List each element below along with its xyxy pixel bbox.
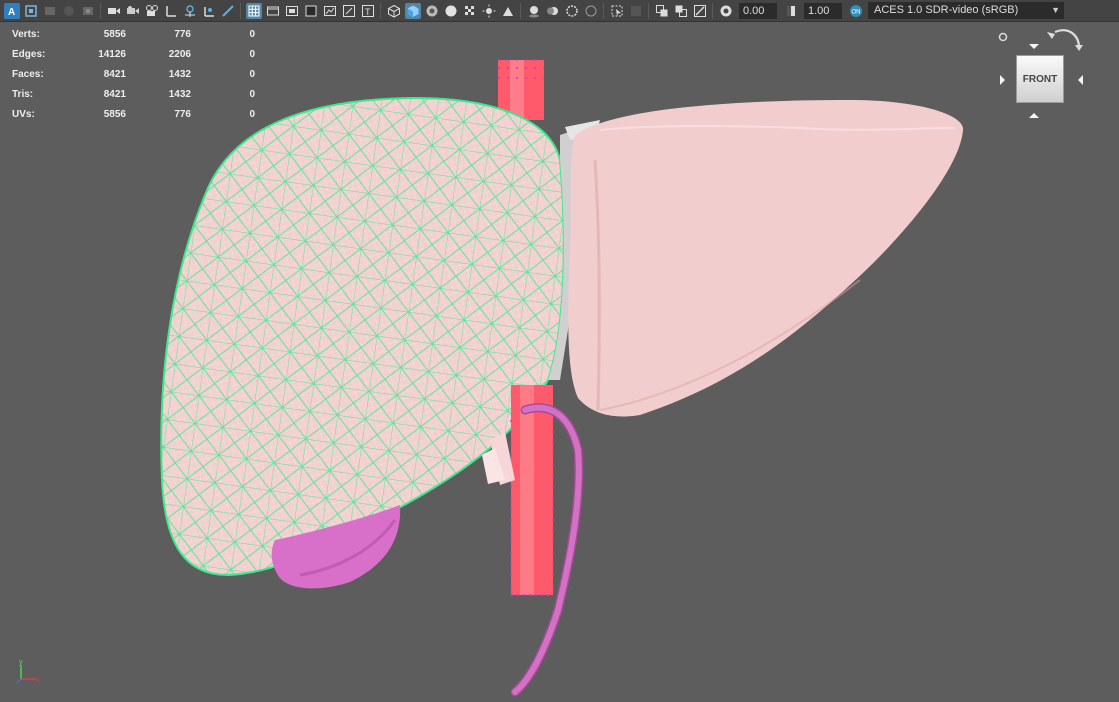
poly-count-hud: Verts: 5856 776 0 Edges: 14126 2206 0 Faces: 8421…: [12, 24, 255, 124]
home-icon: [998, 32, 1008, 42]
textured-icon[interactable]: [424, 3, 440, 19]
safe-title-icon[interactable]: T: [360, 3, 376, 19]
default-material-icon[interactable]: [443, 3, 459, 19]
stat-label: Verts:: [12, 28, 40, 40]
stat-row: Edges: 14126 2206 0: [12, 44, 255, 64]
xray-icon[interactable]: [654, 3, 670, 19]
separator: [712, 2, 713, 19]
hud-icon[interactable]: [628, 3, 644, 19]
ambient-occlusion-icon[interactable]: [526, 3, 542, 19]
stat-value: 8421: [103, 68, 126, 80]
stat-value: 1432: [168, 88, 191, 100]
stat-value: 1432: [168, 68, 191, 80]
shadows-icon[interactable]: [500, 3, 516, 19]
isolate-select-icon[interactable]: [609, 3, 625, 19]
stat-value: 14126: [98, 48, 126, 60]
grid-icon[interactable]: [245, 2, 262, 19]
stat-label: UVs:: [12, 108, 35, 120]
arrow-right-icon: [1078, 75, 1083, 85]
rotate-icon: [1054, 29, 1081, 46]
stat-value: 0: [249, 48, 255, 60]
separator: [603, 2, 604, 19]
stat-value: 8421: [103, 88, 126, 100]
separator: [100, 2, 101, 19]
viewcube-front-face[interactable]: FRONT: [1016, 55, 1064, 103]
arrow-down-icon: [1029, 113, 1039, 118]
color-space-label: ACES 1.0 SDR-video (sRGB): [874, 4, 1019, 16]
vena-cava-lower[interactable]: [510, 385, 554, 596]
stat-label: Edges:: [12, 48, 46, 60]
camera-icon[interactable]: [106, 3, 122, 19]
viewport-toolbar: A T 0.00 1.00 ON ACES 1.0 SDR-video (sRG…: [0, 0, 1119, 22]
axis-gizmo: y x: [16, 659, 40, 684]
paint-icon[interactable]: [220, 3, 236, 19]
wireframe-icon[interactable]: [386, 3, 402, 19]
select-mode-icon[interactable]: A: [3, 2, 20, 19]
svg-text:ON: ON: [851, 9, 860, 15]
svg-text:T: T: [365, 7, 371, 17]
color-space-dropdown[interactable]: ACES 1.0 SDR-video (sRGB) ▼: [868, 2, 1064, 19]
arrow-left-icon: [1000, 75, 1005, 85]
stat-label: Tris:: [12, 88, 34, 100]
all-lights-icon[interactable]: [481, 3, 497, 19]
safe-action-icon[interactable]: [341, 3, 357, 19]
film-camera-icon[interactable]: [144, 3, 160, 19]
soft-select-icon[interactable]: [201, 3, 217, 19]
stat-row: Faces: 8421 1432 0: [12, 64, 255, 84]
backface-icon[interactable]: [692, 3, 708, 19]
axis-y-label: y: [19, 659, 23, 666]
separator: [380, 2, 381, 19]
resolution-gate-icon[interactable]: [284, 3, 300, 19]
smooth-shaded-icon[interactable]: [404, 2, 421, 19]
ipr-render-icon[interactable]: [80, 3, 96, 19]
separator: [240, 2, 241, 19]
xray-joints-icon[interactable]: [673, 3, 689, 19]
stat-value: 0: [249, 88, 255, 100]
stat-value: 0: [249, 28, 255, 40]
stat-label: Faces:: [12, 68, 44, 80]
checker-icon[interactable]: [462, 3, 478, 19]
film-gate-icon[interactable]: [265, 3, 281, 19]
gate-mask-icon[interactable]: [303, 3, 319, 19]
depth-of-field-icon[interactable]: [583, 3, 599, 19]
axis-x-label: x: [36, 677, 40, 684]
lasso-icon[interactable]: [163, 3, 179, 19]
chevron-down-icon: ▼: [1051, 5, 1060, 15]
viewport-canvas[interactable]: [0, 23, 1119, 702]
antialias-icon[interactable]: [564, 3, 580, 19]
field-chart-icon[interactable]: [322, 3, 338, 19]
render-icon[interactable]: [61, 3, 77, 19]
stat-value: 0: [249, 68, 255, 80]
exposure-icon[interactable]: [718, 3, 734, 19]
stat-value: 776: [174, 108, 191, 120]
separator: [520, 2, 521, 19]
gamma-icon[interactable]: [783, 3, 799, 19]
stat-value: 2206: [168, 48, 191, 60]
exposure-field[interactable]: 0.00: [739, 2, 777, 19]
liver-left-lobe[interactable]: [568, 100, 964, 417]
move-icon[interactable]: [182, 3, 198, 19]
stat-value: 0: [249, 108, 255, 120]
svg-text:A: A: [8, 7, 15, 18]
stat-row: Tris: 8421 1432 0: [12, 84, 255, 104]
stat-row: Verts: 5856 776 0: [12, 24, 255, 44]
separator: [648, 2, 649, 19]
transform-icon[interactable]: [23, 3, 39, 19]
stat-value: 5856: [103, 108, 126, 120]
motion-blur-icon[interactable]: [545, 3, 561, 19]
gamma-field[interactable]: 1.00: [804, 2, 842, 19]
arrow-up-icon: [1029, 44, 1039, 49]
bookmark-camera-icon[interactable]: [125, 3, 141, 19]
stat-value: 5856: [103, 28, 126, 40]
stat-value: 776: [174, 28, 191, 40]
snapshot-icon[interactable]: [42, 3, 58, 19]
stat-row: UVs: 5856 776 0: [12, 104, 255, 124]
viewcube[interactable]: FRONT: [997, 27, 1089, 123]
color-management-icon[interactable]: ON: [848, 3, 864, 19]
